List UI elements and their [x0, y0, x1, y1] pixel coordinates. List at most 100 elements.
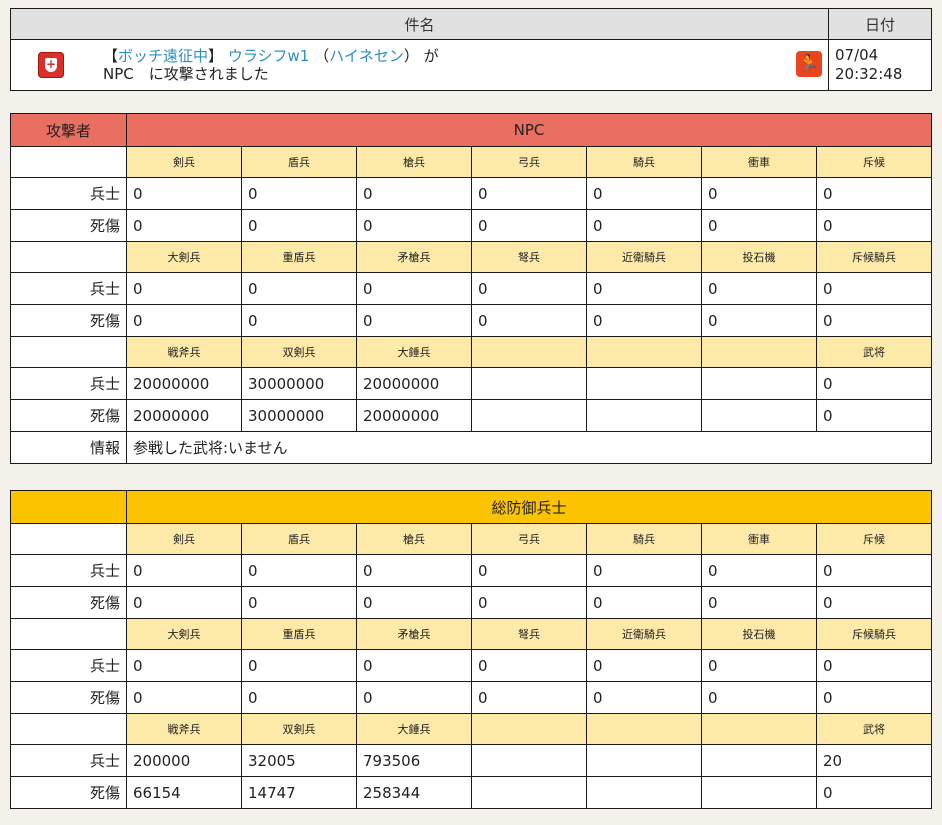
casualty-count: 0 — [701, 681, 817, 714]
unit-type-header: 衝車 — [701, 523, 817, 555]
soldier-count: 0 — [701, 177, 817, 210]
unit-type-header: 剣兵 — [126, 523, 242, 555]
subject-text: 【ボッチ遠征中】 ウラシフw1 （ハイネセン） が NPC に攻撃されました — [91, 47, 828, 83]
casualty-count: 0 — [126, 586, 242, 619]
casualty-count — [586, 399, 702, 432]
casualty-count: 0 — [471, 304, 587, 337]
soldier-count: 0 — [816, 554, 932, 587]
subject-line-2: NPC に攻撃されました — [103, 65, 269, 83]
soldier-count: 0 — [356, 554, 472, 587]
soldier-row: 兵士 0 0 0 0 0 0 0 — [10, 649, 932, 682]
casualty-count: 0 — [816, 681, 932, 714]
soldier-count — [471, 744, 587, 777]
soldier-count: 0 — [471, 177, 587, 210]
soldier-count: 0 — [701, 272, 817, 305]
unit-type-header: 斥候騎兵 — [816, 618, 932, 650]
unit-type-header: 矛槍兵 — [356, 618, 472, 650]
soldier-count: 0 — [471, 554, 587, 587]
soldier-count: 0 — [816, 649, 932, 682]
soldier-count: 0 — [815, 177, 933, 210]
unit-type-header: 重盾兵 — [241, 618, 357, 650]
unit-type-header — [701, 713, 817, 745]
unit-type-header: 盾兵 — [241, 146, 357, 178]
unit-type-header: 弓兵 — [471, 146, 587, 178]
casualty-row: 死傷 0 0 0 0 0 0 0 — [10, 304, 933, 337]
casualty-count: 0 — [126, 209, 242, 242]
casualty-row-label: 死傷 — [10, 681, 127, 714]
soldier-count: 200000 — [126, 744, 242, 777]
village-link[interactable]: ハイネセン — [329, 47, 404, 65]
unit-type-header: 弩兵 — [471, 241, 587, 273]
unit-type-header — [586, 336, 702, 368]
unit-type-header: 騎兵 — [586, 523, 702, 555]
casualty-row: 死傷 0 0 0 0 0 0 0 — [10, 586, 932, 619]
unit-type-header: 近衛騎兵 — [586, 618, 702, 650]
soldier-row-label: 兵士 — [10, 554, 127, 587]
casualty-count: 258344 — [356, 776, 472, 809]
casualty-count: 0 — [241, 586, 357, 619]
soldier-count: 0 — [241, 272, 357, 305]
casualty-count: 30000000 — [241, 399, 357, 432]
casualty-count — [471, 399, 587, 432]
unit-header-blank — [10, 146, 127, 178]
soldier-row-label: 兵士 — [10, 272, 127, 305]
unit-type-header: 槍兵 — [356, 146, 472, 178]
unit-header-blank — [10, 336, 127, 368]
unit-type-header: 斥候 — [815, 146, 933, 178]
casualty-count: 0 — [815, 304, 933, 337]
unit-type-header — [471, 713, 587, 745]
casualty-count: 0 — [701, 586, 817, 619]
casualty-count — [701, 399, 817, 432]
soldier-count: 0 — [126, 272, 242, 305]
report-subject: 【ボッチ遠征中】 ウラシフw1 （ハイネセン） が NPC に攻撃されました 🏃 — [10, 39, 829, 91]
unit-type-header: 斥候 — [816, 523, 932, 555]
unit-type-header: 盾兵 — [241, 523, 357, 555]
soldier-count: 0 — [126, 554, 242, 587]
soldier-count: 0 — [586, 554, 702, 587]
shield-icon — [38, 52, 64, 78]
soldier-count: 0 — [586, 649, 702, 682]
subject-line-1: 【ボッチ遠征中】 ウラシフw1 （ハイネセン） が — [103, 47, 439, 65]
soldier-count: 20 — [816, 744, 932, 777]
info-row-label: 情報 — [10, 431, 127, 464]
unit-header-row: 剣兵 盾兵 槍兵 弓兵 騎兵 衝車 斥候 — [10, 146, 933, 178]
unit-type-header: 戦斧兵 — [126, 336, 242, 368]
unit-type-header: 槍兵 — [356, 523, 472, 555]
unit-type-header — [701, 336, 817, 368]
unit-type-header: 騎兵 — [586, 146, 702, 178]
soldier-count — [586, 367, 702, 400]
soldier-count: 793506 — [356, 744, 472, 777]
defender-name: 総防御兵士 — [126, 490, 932, 524]
casualty-count: 0 — [241, 681, 357, 714]
casualty-count: 0 — [126, 681, 242, 714]
casualty-count: 14747 — [241, 776, 357, 809]
soldier-row-label: 兵士 — [10, 649, 127, 682]
soldier-count: 0 — [356, 649, 472, 682]
unit-type-header: 近衛騎兵 — [586, 241, 702, 273]
unit-type-header: 弓兵 — [471, 523, 587, 555]
casualty-row: 死傷 66154 14747 258344 0 — [10, 776, 932, 809]
subject-column-header: 件名 — [10, 8, 829, 40]
unit-header-row: 大剣兵 重盾兵 矛槍兵 弩兵 近衛騎兵 投石機 斥候騎兵 — [10, 618, 932, 650]
unit-type-header: 矛槍兵 — [356, 241, 472, 273]
player-link[interactable]: ウラシフw1 — [228, 47, 310, 65]
attacker-table: 攻撃者 NPC 剣兵 盾兵 槍兵 弓兵 騎兵 衝車 斥候 兵士 0 0 0 0 0 0 0 死傷 0 0 0 0 0 0 0… — [10, 113, 933, 464]
casualty-count: 0 — [586, 586, 702, 619]
unit-type-header: 大錘兵 — [356, 336, 472, 368]
unit-type-header: 武将 — [815, 336, 933, 368]
casualty-count: 0 — [356, 586, 472, 619]
soldier-row: 兵士 0 0 0 0 0 0 0 — [10, 272, 933, 305]
soldier-count: 0 — [471, 272, 587, 305]
casualty-count: 0 — [241, 209, 357, 242]
casualty-count: 0 — [471, 681, 587, 714]
casualty-count: 0 — [815, 209, 933, 242]
casualty-row-label: 死傷 — [10, 776, 127, 809]
soldier-row-label: 兵士 — [10, 177, 127, 210]
unit-type-header: 武将 — [816, 713, 932, 745]
alliance-link[interactable]: ボッチ遠征中 — [118, 47, 208, 65]
date-column-header: 日付 — [828, 8, 932, 40]
casualty-count: 66154 — [126, 776, 242, 809]
casualty-count — [471, 776, 587, 809]
soldier-count: 20000000 — [356, 367, 472, 400]
casualty-row: 死傷 0 0 0 0 0 0 0 — [10, 209, 933, 242]
